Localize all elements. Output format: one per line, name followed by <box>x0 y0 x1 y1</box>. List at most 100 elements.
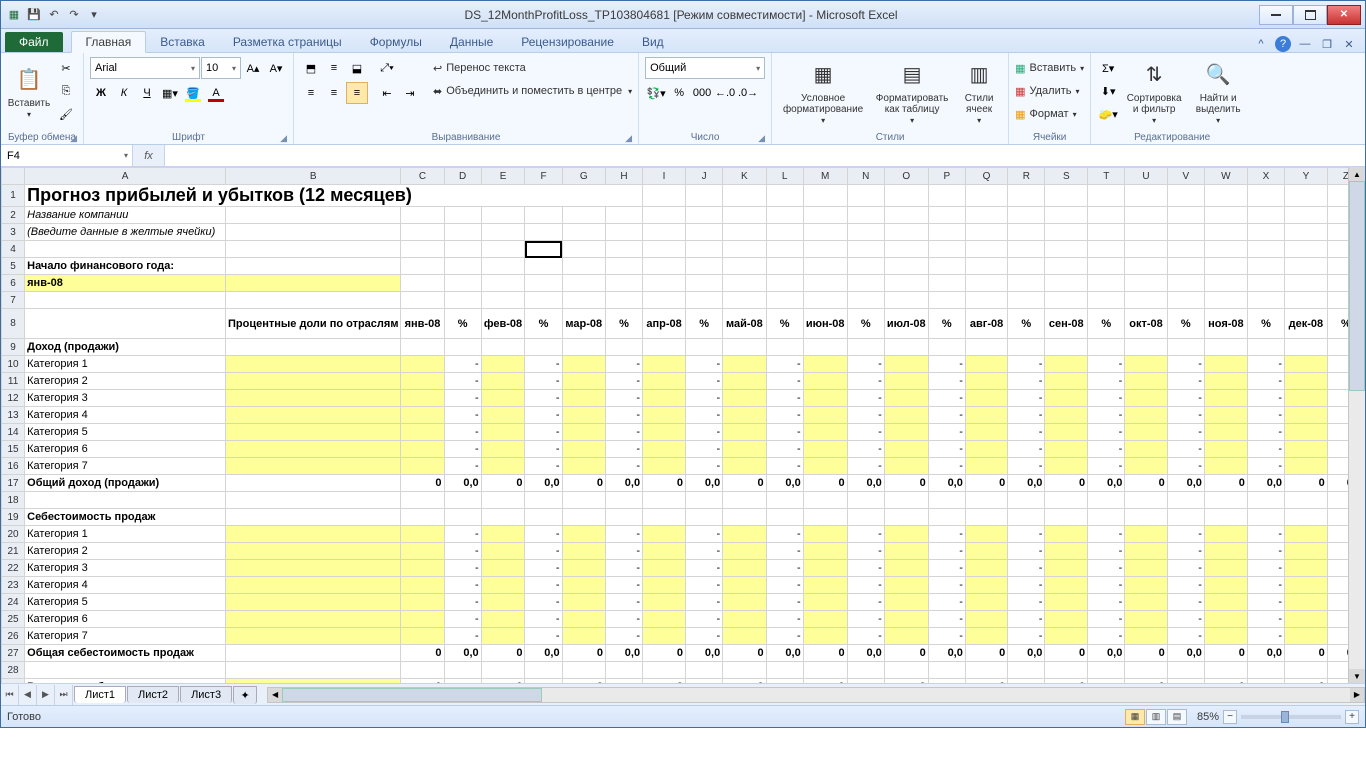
cell[interactable]: - <box>605 526 642 543</box>
cell[interactable]: - <box>1247 526 1284 543</box>
col-header[interactable]: O <box>884 168 928 185</box>
cell[interactable] <box>723 492 766 509</box>
cell[interactable] <box>1088 185 1125 207</box>
cell[interactable]: 0 <box>481 475 525 492</box>
cell[interactable]: - <box>1008 373 1045 390</box>
tab-view[interactable]: Вид <box>628 32 678 52</box>
cell[interactable] <box>401 241 444 258</box>
cell[interactable] <box>965 611 1007 628</box>
cell[interactable] <box>562 509 605 526</box>
cell[interactable] <box>928 339 965 356</box>
cell[interactable] <box>766 292 803 309</box>
alignment-launcher-icon[interactable]: ◢ <box>625 133 632 144</box>
cell[interactable]: 0 <box>1045 645 1088 662</box>
cell[interactable]: - <box>1088 594 1125 611</box>
cell[interactable]: - <box>686 628 723 645</box>
col-header[interactable]: C <box>401 168 444 185</box>
cell[interactable]: 0 <box>1125 679 1167 684</box>
cell[interactable] <box>1167 185 1204 207</box>
cell[interactable] <box>1285 258 1328 275</box>
cell[interactable] <box>1167 241 1204 258</box>
cell[interactable] <box>1125 339 1167 356</box>
cell[interactable]: янв-08 <box>401 309 444 339</box>
cell[interactable] <box>1125 577 1167 594</box>
cell[interactable]: - <box>525 526 562 543</box>
cell[interactable] <box>1247 224 1284 241</box>
cell[interactable] <box>226 458 401 475</box>
cell[interactable] <box>723 543 766 560</box>
cell[interactable]: 0 <box>1125 645 1167 662</box>
cell[interactable]: - <box>847 594 884 611</box>
formula-input[interactable] <box>165 145 1365 166</box>
cell[interactable] <box>1285 611 1328 628</box>
save-icon[interactable]: 💾 <box>25 6 43 24</box>
cell[interactable]: 0 <box>562 645 605 662</box>
cell[interactable] <box>1045 292 1088 309</box>
cell[interactable]: % <box>686 309 723 339</box>
cell[interactable] <box>1045 207 1088 224</box>
cell[interactable] <box>481 594 525 611</box>
cell-styles-button[interactable]: ▥Стили ячеек▾ <box>956 57 1002 127</box>
cell[interactable] <box>965 509 1007 526</box>
fx-icon[interactable]: fx <box>144 150 153 162</box>
cell[interactable] <box>803 611 847 628</box>
cell[interactable]: - <box>1167 628 1204 645</box>
col-header[interactable]: E <box>481 168 525 185</box>
cell[interactable] <box>25 241 226 258</box>
cell[interactable] <box>928 241 965 258</box>
sheet-title[interactable]: Прогноз прибылей и убытков (12 месяцев) <box>25 185 643 207</box>
cell[interactable] <box>847 258 884 275</box>
cell[interactable] <box>1204 292 1247 309</box>
cell[interactable] <box>686 492 723 509</box>
cell[interactable]: Категория 4 <box>25 577 226 594</box>
cell[interactable] <box>226 628 401 645</box>
cell[interactable]: - <box>766 407 803 424</box>
cell[interactable]: - <box>1167 543 1204 560</box>
cell[interactable]: - <box>766 526 803 543</box>
cell[interactable] <box>444 339 481 356</box>
new-sheet-button[interactable]: ✦ <box>233 686 257 704</box>
cell[interactable] <box>928 185 965 207</box>
row-header[interactable]: 15 <box>2 441 25 458</box>
cell[interactable]: - <box>1247 628 1284 645</box>
cell[interactable] <box>226 275 401 292</box>
cell[interactable]: % <box>847 309 884 339</box>
cell[interactable] <box>1125 458 1167 475</box>
cell[interactable]: 0 <box>723 679 766 684</box>
cell[interactable]: Валовая прибыль <box>25 679 226 684</box>
row-header[interactable]: 10 <box>2 356 25 373</box>
cell[interactable] <box>686 185 723 207</box>
row-header[interactable]: 23 <box>2 577 25 594</box>
row-header[interactable]: 19 <box>2 509 25 526</box>
cell[interactable] <box>1167 679 1204 684</box>
cell[interactable] <box>803 339 847 356</box>
cell[interactable] <box>481 224 525 241</box>
cell[interactable] <box>723 275 766 292</box>
cell[interactable]: - <box>525 628 562 645</box>
cell[interactable]: фев-08 <box>481 309 525 339</box>
cell[interactable] <box>1045 407 1088 424</box>
horizontal-scrollbar[interactable]: ◀ ▶ <box>267 687 1365 703</box>
cell[interactable] <box>1204 241 1247 258</box>
scroll-left-icon[interactable]: ◀ <box>268 688 282 702</box>
row-header[interactable]: 17 <box>2 475 25 492</box>
cell[interactable]: - <box>766 594 803 611</box>
cell[interactable]: - <box>847 407 884 424</box>
cell[interactable] <box>643 441 686 458</box>
cell[interactable]: - <box>766 628 803 645</box>
zoom-in-button[interactable]: + <box>1345 710 1359 724</box>
cell[interactable]: окт-08 <box>1125 309 1167 339</box>
cell[interactable] <box>1045 458 1088 475</box>
mdi-close-icon[interactable]: ✕ <box>1341 36 1357 52</box>
cell[interactable] <box>226 224 401 241</box>
cell[interactable] <box>965 207 1007 224</box>
cell[interactable]: 0,0 <box>605 475 642 492</box>
cell[interactable]: Начало финансового года: <box>25 258 226 275</box>
cell[interactable]: Категория 6 <box>25 611 226 628</box>
cell[interactable]: - <box>605 594 642 611</box>
cell[interactable]: - <box>525 611 562 628</box>
row-header[interactable]: 14 <box>2 424 25 441</box>
cell[interactable] <box>723 611 766 628</box>
cell[interactable] <box>928 275 965 292</box>
cell[interactable] <box>1008 258 1045 275</box>
